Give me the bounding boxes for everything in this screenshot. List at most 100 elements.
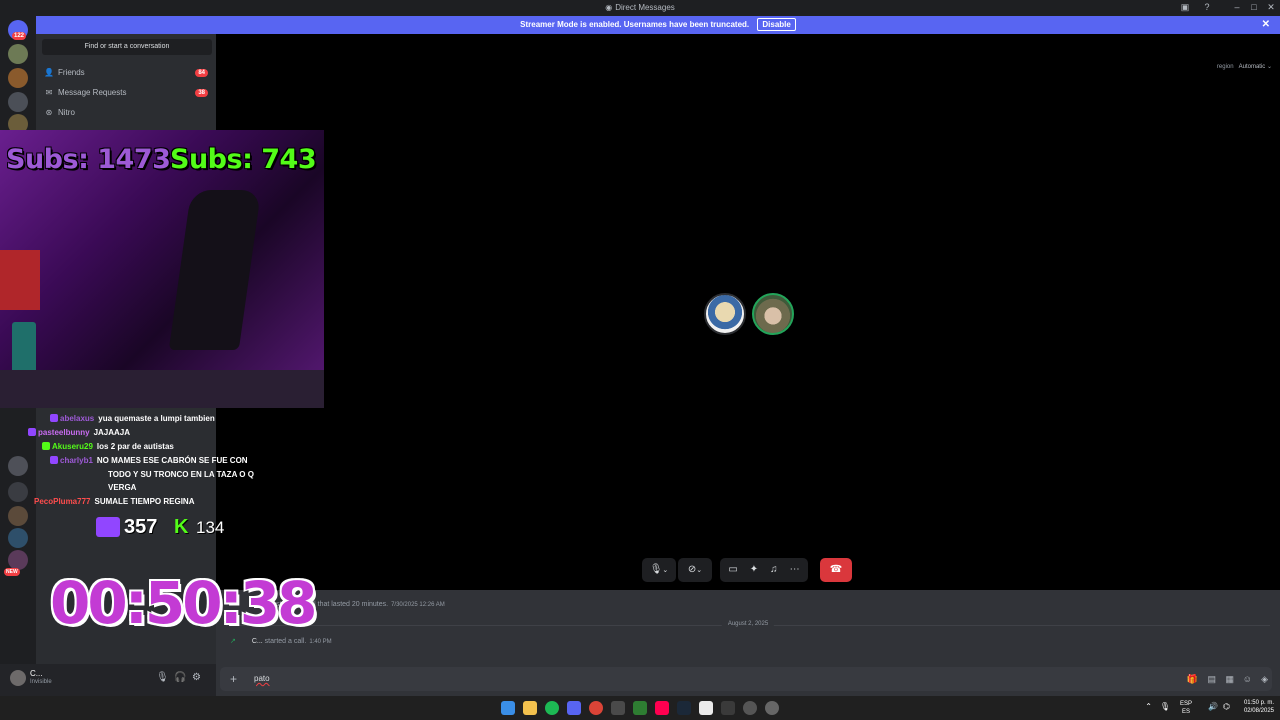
camera-button[interactable]: ⊘⌄ bbox=[678, 558, 712, 582]
message-requests-count-badge: 38 bbox=[195, 89, 208, 97]
start-icon[interactable] bbox=[501, 701, 515, 715]
network-icon[interactable]: ⌬ bbox=[1223, 702, 1230, 711]
friends-count-badge: 84 bbox=[195, 69, 208, 77]
kick-icon: K bbox=[174, 516, 189, 538]
chevron-up-icon[interactable]: ⌃ bbox=[1145, 702, 1152, 711]
avatar[interactable] bbox=[10, 670, 26, 686]
hang-up-icon: ☎ bbox=[829, 564, 843, 575]
emoji-icon[interactable]: ☺ bbox=[1243, 674, 1252, 684]
chevron-down-icon: ⌄ bbox=[1266, 64, 1272, 70]
streamer-mode-banner: Streamer Mode is enabled. Usernames have… bbox=[36, 16, 1280, 34]
keyboard-layout: ES bbox=[1181, 709, 1190, 715]
server-icon[interactable] bbox=[8, 528, 28, 548]
new-badge: NEW bbox=[4, 568, 20, 576]
obs-icon[interactable] bbox=[743, 701, 757, 715]
disconnect-button[interactable]: ☎ bbox=[820, 558, 852, 582]
window-title-bar: ◉ Direct Messages ▣ ? – □ ✕ bbox=[0, 0, 1280, 16]
participant-avatar[interactable] bbox=[704, 293, 746, 335]
screen-share-icon[interactable]: ▭ bbox=[728, 564, 737, 575]
participant-avatar[interactable] bbox=[752, 293, 794, 335]
chat-username: abelaxus bbox=[60, 414, 95, 423]
apps-icon[interactable]: ◈ bbox=[1261, 674, 1268, 685]
mute-button[interactable]: 🎙⌄ bbox=[642, 558, 676, 582]
headphones-icon[interactable]: 🎧 bbox=[174, 672, 186, 683]
chrome-icon[interactable] bbox=[589, 701, 603, 715]
document-icon[interactable] bbox=[699, 701, 713, 715]
activity-icon[interactable]: ✦ bbox=[750, 564, 758, 575]
chat-line: Akuseru29 los 2 par de autistas bbox=[42, 442, 174, 451]
call-stage: region Automatic ⌄ 🎙⌄ ⊘⌄ ▭ ✦ ♫ ⋯ ☎ bbox=[216, 34, 1280, 590]
minimize-button[interactable]: – bbox=[1230, 2, 1244, 12]
app-icon[interactable] bbox=[721, 701, 735, 715]
spotify-icon[interactable] bbox=[545, 701, 559, 715]
dm-avatar[interactable] bbox=[8, 68, 28, 88]
help-icon[interactable]: ? bbox=[1200, 2, 1214, 12]
sidebar-item-label: Nitro bbox=[58, 108, 75, 117]
gift-icon[interactable]: 🎁 bbox=[1187, 674, 1198, 685]
call-controls: 🎙⌄ ⊘⌄ ▭ ✦ ♫ ⋯ ☎ bbox=[642, 558, 852, 582]
sidebar-item-friends[interactable]: 👤 Friends 84 bbox=[44, 65, 208, 81]
windows-taskbar: ⌃ 🎙 ESP ES 🔊 ⌬ 01:50 p. m. 02/08/2025 bbox=[0, 696, 1280, 720]
close-banner-icon[interactable]: ✕ bbox=[1262, 16, 1270, 34]
language-indicator[interactable]: ESP ES bbox=[1180, 700, 1192, 716]
more-icon[interactable]: ⋯ bbox=[790, 564, 800, 575]
twitch-subs-counter: Subs: 1473 bbox=[6, 144, 171, 175]
settings-gear-icon[interactable]: ⚙ bbox=[192, 672, 201, 683]
sidebar-item-nitro[interactable]: ⊛ Nitro bbox=[44, 105, 208, 121]
chat-line: abelaxus yua quemaste a lumpi tambien bbox=[50, 414, 215, 423]
gif-icon[interactable]: ▤ bbox=[1207, 674, 1216, 685]
close-window-button[interactable]: ✕ bbox=[1264, 2, 1278, 13]
system-clock[interactable]: 01:50 p. m. 02/08/2025 bbox=[1244, 699, 1274, 715]
clock-time: 01:50 p. m. bbox=[1243, 700, 1274, 706]
app-icon[interactable] bbox=[611, 701, 625, 715]
language-code: ESP bbox=[1179, 701, 1192, 707]
maximize-button[interactable]: □ bbox=[1247, 2, 1261, 12]
sidebar-item-message-requests[interactable]: ✉ Message Requests 38 bbox=[44, 85, 208, 101]
desk-shape bbox=[0, 370, 324, 408]
home-button[interactable]: 122 bbox=[8, 20, 28, 40]
shelf-shape bbox=[0, 250, 40, 310]
call-icon: ↗ bbox=[230, 638, 236, 645]
tiktok-icon[interactable] bbox=[655, 701, 669, 715]
soundboard-icon[interactable]: ♫ bbox=[770, 564, 778, 575]
conversation-search-button[interactable]: Find or start a conversation bbox=[42, 39, 212, 55]
discord-logo-icon: ◉ bbox=[605, 3, 613, 12]
chat-username: Akuseru29 bbox=[52, 442, 93, 451]
chat-message: VERGA bbox=[108, 483, 137, 492]
message-input[interactable]: + pato 🎁 ▤ ▦ ☺ ◈ bbox=[220, 667, 1272, 691]
user-panel: C... Invisible 🎙 🎧 ⚙ bbox=[0, 664, 216, 696]
sticker-icon[interactable]: ▦ bbox=[1225, 674, 1234, 685]
cup-shape bbox=[12, 322, 36, 374]
user-status: Invisible bbox=[30, 679, 52, 685]
attach-plus-icon[interactable]: + bbox=[230, 672, 237, 686]
chat-line: pasteelbunny JAJAAJA bbox=[28, 428, 130, 437]
home-badge: 122 bbox=[12, 32, 27, 40]
volume-icon[interactable]: 🔊 bbox=[1208, 702, 1218, 711]
camera-off-icon: ⊘ bbox=[687, 564, 697, 575]
message-author[interactable]: C... bbox=[252, 638, 263, 645]
chat-message: TODO Y SU TRONCO EN LA TAZA O Q bbox=[108, 470, 254, 479]
twitch-icon bbox=[50, 414, 58, 422]
disable-streamer-mode-button[interactable]: Disable bbox=[757, 18, 796, 31]
microphone-icon[interactable]: 🎙 bbox=[156, 672, 169, 683]
region-value: Automatic bbox=[1238, 64, 1266, 70]
discord-icon[interactable] bbox=[567, 701, 581, 715]
settings-icon[interactable] bbox=[765, 701, 779, 715]
banner-text: Streamer Mode is enabled. Usernames have… bbox=[520, 20, 750, 29]
microphone-icon: 🎙 bbox=[649, 564, 663, 575]
app-icon[interactable] bbox=[633, 701, 647, 715]
steam-icon[interactable] bbox=[677, 701, 691, 715]
system-message: ↗ C... started a call. 1:40 PM bbox=[230, 637, 332, 645]
message-input-text[interactable]: pato bbox=[254, 674, 270, 683]
chat-line: VERGA bbox=[108, 483, 136, 492]
inbox-icon[interactable]: ▣ bbox=[1178, 2, 1192, 13]
chat-message: JAJAAJA bbox=[93, 428, 131, 437]
dm-avatar[interactable] bbox=[8, 44, 28, 64]
dm-avatar[interactable] bbox=[8, 92, 28, 112]
microphone-icon[interactable]: 🎙 bbox=[1160, 702, 1170, 711]
file-explorer-icon[interactable] bbox=[523, 701, 537, 715]
kick-icon bbox=[42, 442, 50, 450]
chat-message: SUMALE TIEMPO REGINA bbox=[94, 497, 195, 506]
region-selector[interactable]: region Automatic ⌄ bbox=[1217, 63, 1272, 70]
server-icon[interactable]: NEW bbox=[4, 550, 28, 576]
